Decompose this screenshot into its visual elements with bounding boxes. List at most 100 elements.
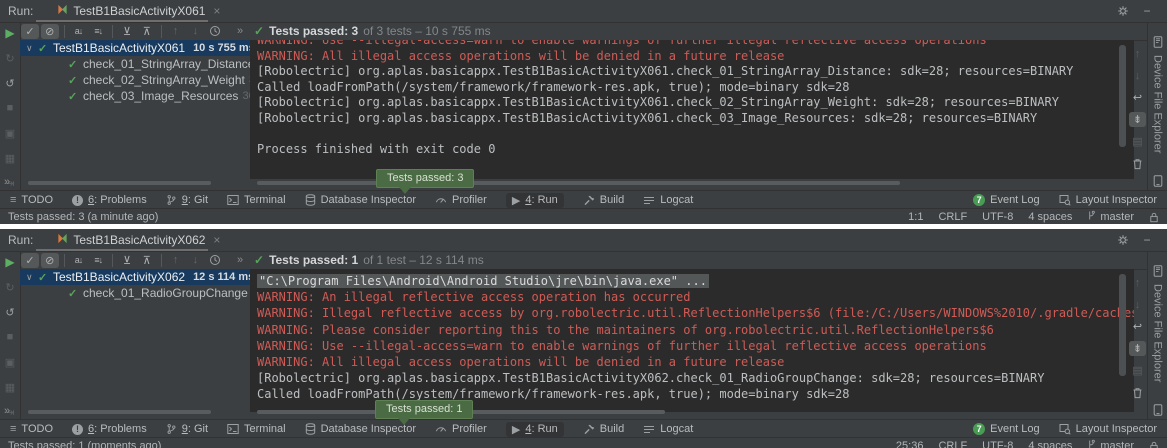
next-occurrence[interactable]: ↓ bbox=[186, 24, 204, 39]
test-tree-row[interactable]: ✓ check_01_StringArray_Distance 10 s 64 … bbox=[20, 56, 250, 72]
more-toolbar-actions[interactable]: » bbox=[231, 24, 249, 39]
show-passed[interactable]: ✓ bbox=[21, 253, 39, 268]
lock-icon[interactable] bbox=[1149, 212, 1159, 223]
layout-inspector-button[interactable]: Layout Inspector bbox=[1059, 194, 1157, 206]
profiler[interactable]: Profiler bbox=[435, 194, 487, 206]
divider[interactable] bbox=[64, 25, 65, 38]
line-ending[interactable]: CRLF bbox=[938, 211, 967, 223]
screenshot[interactable]: ▣ bbox=[3, 126, 17, 140]
run[interactable]: ▶ 4: Run bbox=[506, 193, 564, 208]
caret-position[interactable]: 1:1 bbox=[908, 211, 923, 223]
show-ignored[interactable]: ⊘ bbox=[41, 253, 59, 268]
hide-window-icon[interactable]: − bbox=[1139, 232, 1155, 248]
indent-setting[interactable]: 4 spaces bbox=[1028, 211, 1072, 223]
problems[interactable]: ! 6: Problems bbox=[72, 423, 147, 435]
divider[interactable] bbox=[112, 25, 113, 38]
soft-wrap[interactable]: ↩ bbox=[1129, 319, 1146, 334]
previous-occurrence[interactable]: ↑ bbox=[167, 24, 185, 39]
up-stack-trace[interactable]: ↑ bbox=[1129, 46, 1146, 61]
tab-close-icon[interactable]: × bbox=[213, 233, 220, 247]
run-configuration[interactable]: ↺ bbox=[3, 305, 17, 319]
stop[interactable]: ■ bbox=[3, 330, 17, 344]
scroll-to-end[interactable]: ⇟ bbox=[1129, 112, 1146, 127]
git[interactable]: 9: Git bbox=[166, 194, 208, 206]
clear-all[interactable] bbox=[1129, 156, 1146, 171]
down-stack-trace[interactable]: ↓ bbox=[1129, 297, 1146, 312]
expand-all[interactable]: ⊻ bbox=[118, 253, 136, 268]
event-log-button[interactable]: 7 Event Log bbox=[973, 423, 1040, 435]
logcat[interactable]: Logcat bbox=[643, 423, 693, 435]
terminal[interactable]: Terminal bbox=[227, 194, 286, 206]
clear-all[interactable] bbox=[1129, 385, 1146, 400]
rerun-failed-tests[interactable]: ↻ bbox=[3, 280, 17, 294]
logcat[interactable]: Logcat bbox=[643, 194, 693, 206]
event-log-button[interactable]: 7 Event Log bbox=[973, 194, 1040, 206]
up-stack-trace[interactable]: ↑ bbox=[1129, 275, 1146, 290]
tree-horizontal-scrollbar[interactable] bbox=[28, 181, 211, 185]
previous-occurrence[interactable]: ↑ bbox=[167, 253, 185, 268]
screen-record[interactable]: ▦ bbox=[3, 380, 17, 394]
line-ending[interactable]: CRLF bbox=[938, 440, 967, 448]
console-horizontal-scrollbar[interactable] bbox=[257, 181, 900, 185]
scroll-to-end[interactable]: ⇟ bbox=[1129, 341, 1146, 356]
divider[interactable] bbox=[64, 254, 65, 267]
git-branch[interactable]: master bbox=[1087, 210, 1134, 224]
down-stack-trace[interactable]: ↓ bbox=[1129, 68, 1146, 83]
device-file-explorer[interactable]: Device File Explorer bbox=[1152, 36, 1164, 153]
run-tab-x061[interactable]: TestB1BasicActivityX061 × bbox=[51, 0, 226, 22]
chevron-down-icon[interactable]: ∨ bbox=[26, 43, 38, 53]
build[interactable]: Build bbox=[583, 194, 624, 206]
run-tab-x062[interactable]: TestB1BasicActivityX062 × bbox=[51, 229, 226, 251]
tab-close-icon[interactable]: × bbox=[213, 4, 220, 18]
sort-alphabetically[interactable]: a↓ bbox=[70, 253, 88, 268]
screen-record[interactable]: ▦ bbox=[3, 151, 17, 165]
more-chevrons-icon[interactable]: » bbox=[4, 176, 10, 188]
git-branch[interactable]: master bbox=[1087, 439, 1134, 448]
test-tree-row[interactable]: ∨ ✓ TestB1BasicActivityX062 (org.aplas.t… bbox=[20, 269, 250, 285]
file-encoding[interactable]: UTF-8 bbox=[982, 211, 1013, 223]
layout-inspector-button[interactable]: Layout Inspector bbox=[1059, 423, 1157, 435]
rerun-tests[interactable]: ▶ bbox=[3, 26, 17, 40]
divider[interactable] bbox=[112, 254, 113, 267]
database-inspector[interactable]: Database Inspector bbox=[305, 194, 416, 206]
build[interactable]: Build bbox=[583, 423, 624, 435]
more-toolbar-actions[interactable]: » bbox=[231, 253, 249, 268]
test-history[interactable] bbox=[206, 253, 224, 268]
show-ignored[interactable]: ⊘ bbox=[41, 24, 59, 39]
problems[interactable]: ! 6: Problems bbox=[72, 194, 147, 206]
expand-all[interactable]: ⊻ bbox=[118, 24, 136, 39]
indent-setting[interactable]: 4 spaces bbox=[1028, 440, 1072, 448]
test-tree-row[interactable]: ✓ check_01_RadioGroupChange 12 s 114 ms bbox=[20, 285, 250, 301]
more-chevrons-icon[interactable]: » bbox=[4, 405, 10, 417]
sort-by-duration[interactable]: ≡↓ bbox=[89, 253, 107, 268]
screenshot[interactable]: ▣ bbox=[3, 355, 17, 369]
test-tree-row[interactable]: ✓ check_02_StringArray_Weight 327 ms bbox=[20, 72, 250, 88]
divider[interactable] bbox=[161, 254, 162, 267]
profiler[interactable]: Profiler bbox=[435, 423, 487, 435]
console-vertical-scrollbar[interactable] bbox=[1119, 45, 1126, 147]
terminal[interactable]: Terminal bbox=[227, 423, 286, 435]
show-passed[interactable]: ✓ bbox=[21, 24, 39, 39]
next-occurrence[interactable]: ↓ bbox=[186, 253, 204, 268]
print[interactable]: ▤ bbox=[1129, 363, 1146, 378]
device-file-explorer[interactable]: Device File Explorer bbox=[1152, 265, 1164, 382]
print[interactable]: ▤ bbox=[1129, 134, 1146, 149]
hide-window-icon[interactable]: − bbox=[1139, 3, 1155, 19]
divider[interactable] bbox=[161, 25, 162, 38]
collapse-all[interactable]: ⊼ bbox=[138, 253, 156, 268]
sort-alphabetically[interactable]: a↓ bbox=[70, 24, 88, 39]
sort-by-duration[interactable]: ≡↓ bbox=[89, 24, 107, 39]
console-vertical-scrollbar[interactable] bbox=[1119, 274, 1126, 376]
file-encoding[interactable]: UTF-8 bbox=[982, 440, 1013, 448]
todo[interactable]: ≡ TODO bbox=[10, 194, 53, 206]
collapse-all[interactable]: ⊼ bbox=[138, 24, 156, 39]
lock-icon[interactable] bbox=[1149, 441, 1159, 448]
tree-horizontal-scrollbar[interactable] bbox=[28, 410, 211, 414]
todo[interactable]: ≡ TODO bbox=[10, 423, 53, 435]
run-console[interactable]: WARNING: Use --illegal-access=warn to en… bbox=[250, 40, 1134, 179]
git[interactable]: 9: Git bbox=[166, 423, 208, 435]
settings-gear-icon[interactable] bbox=[1115, 232, 1131, 248]
rerun-tests[interactable]: ▶ bbox=[3, 255, 17, 269]
chevron-down-icon[interactable]: ∨ bbox=[26, 272, 38, 282]
test-history[interactable] bbox=[206, 24, 224, 39]
